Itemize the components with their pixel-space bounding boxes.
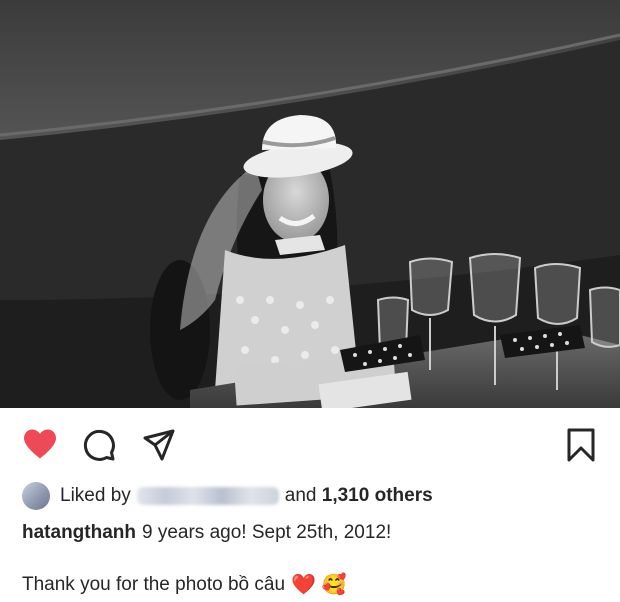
comment-icon[interactable] [82, 428, 116, 462]
post-caption: hatangthanh 9 years ago! Sept 25th, 2012! [22, 522, 391, 544]
liked-by-row: Liked by and 1,310 others [22, 480, 433, 512]
post-photo[interactable] [0, 0, 620, 408]
instagram-post: Liked by and 1,310 others hatangthanh 9 y… [0, 0, 620, 602]
comment-text: Thank you for the photo bồ câu [22, 574, 286, 595]
heart-icon[interactable] [22, 428, 58, 460]
caption-text: 9 years ago! Sept 25th, 2012! [142, 522, 392, 543]
likes-count-link[interactable]: 1,310 others [322, 485, 433, 507]
liker-avatar[interactable] [22, 482, 50, 510]
bookmark-icon[interactable] [566, 428, 596, 462]
caption-username[interactable]: hatangthanh [22, 522, 136, 543]
smiling-face-with-hearts-emoji: 🥰 [321, 574, 347, 596]
action-bar [0, 408, 620, 480]
liked-by-connector: and [284, 485, 317, 506]
red-heart-emoji: ❤️ [291, 574, 316, 596]
comment-line: Thank you for the photo bồ câu ❤️ 🥰 [22, 574, 347, 596]
liker-username-redacted[interactable] [136, 487, 279, 505]
liked-by-prefix: Liked by [60, 485, 131, 506]
send-icon[interactable] [142, 428, 176, 462]
